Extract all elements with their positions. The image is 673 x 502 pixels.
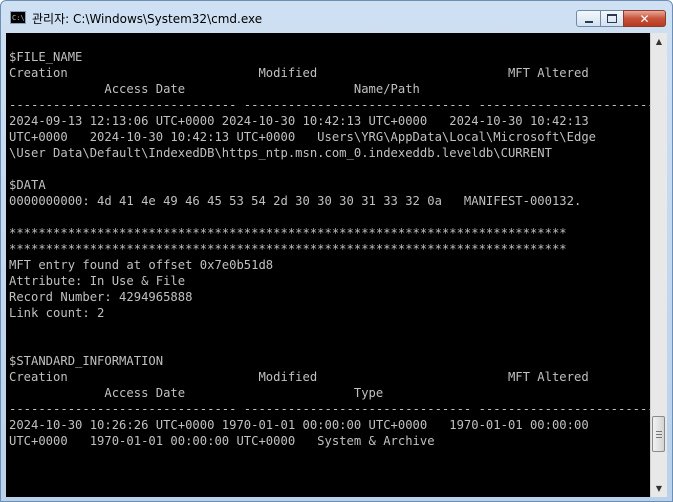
console-line: Creation Modified MFT Altered	[9, 66, 589, 80]
window-title: 관리자: C:\Windows\System32\cmd.exe	[32, 12, 263, 26]
maximize-button[interactable]	[600, 10, 624, 27]
console-line: ------------------------------- --------…	[9, 402, 650, 416]
console-line: Creation Modified MFT Altered	[9, 370, 589, 384]
console-line: Record Number: 4294965888	[9, 290, 193, 304]
console-text: $FILE_NAME Creation Modified MFT Altered…	[9, 49, 650, 449]
maximize-icon	[607, 14, 617, 23]
console-line: \User Data\Default\IndexedDB\https_ntp.m…	[9, 146, 552, 160]
cmd-app-icon[interactable]: C:\	[10, 11, 26, 24]
scroll-down-arrow-icon[interactable]: ▼	[651, 480, 667, 497]
console-line: ------------------------------- --------…	[9, 98, 650, 112]
minimize-icon	[584, 20, 593, 23]
console-line: Access Date Type	[9, 386, 384, 400]
console-line: Attribute: In Use & File	[9, 274, 186, 288]
console-line: 0000000000: 4d 41 4e 49 46 45 53 54 2d 3…	[9, 194, 582, 208]
scroll-up-arrow-icon[interactable]: ▲	[651, 33, 667, 50]
console-line: UTC+0000 1970-01-01 00:00:00 UTC+0000 Sy…	[9, 434, 435, 448]
console-line: $STANDARD_INFORMATION	[9, 354, 164, 368]
console-output[interactable]: $FILE_NAME Creation Modified MFT Altered…	[6, 33, 650, 497]
console-line: $DATA	[9, 178, 46, 192]
console-line: ****************************************…	[9, 226, 567, 240]
thumb-grip	[656, 431, 662, 433]
close-icon: ✕	[639, 11, 650, 26]
console-line: 2024-09-13 12:13:06 UTC+0000 2024-10-30 …	[9, 114, 589, 128]
minimize-button[interactable]	[576, 10, 601, 27]
console-line: Access Date Name/Path	[9, 82, 420, 96]
console-line: Link count: 2	[9, 306, 105, 320]
console-line: 2024-10-30 10:26:26 UTC+0000 1970-01-01 …	[9, 418, 589, 432]
caption-buttons: ✕	[576, 10, 666, 28]
title-bar[interactable]: C:\ 관리자: C:\Windows\System32\cmd.exe ✕	[1, 1, 672, 33]
scrollbar-thumb[interactable]	[652, 416, 665, 453]
thumb-grip	[656, 434, 662, 436]
thumb-grip	[656, 437, 662, 439]
close-button[interactable]: ✕	[623, 10, 666, 27]
console-line: $FILE_NAME	[9, 50, 83, 64]
console-line: ****************************************…	[9, 242, 567, 256]
vertical-scrollbar[interactable]: ▲ ▼	[650, 33, 667, 497]
console-line: UTC+0000 2024-10-30 10:42:13 UTC+0000 Us…	[9, 130, 596, 144]
cmd-window: C:\ 관리자: C:\Windows\System32\cmd.exe ✕ $…	[0, 0, 673, 502]
console-line: MFT entry found at offset 0x7e0b51d8	[9, 258, 274, 272]
